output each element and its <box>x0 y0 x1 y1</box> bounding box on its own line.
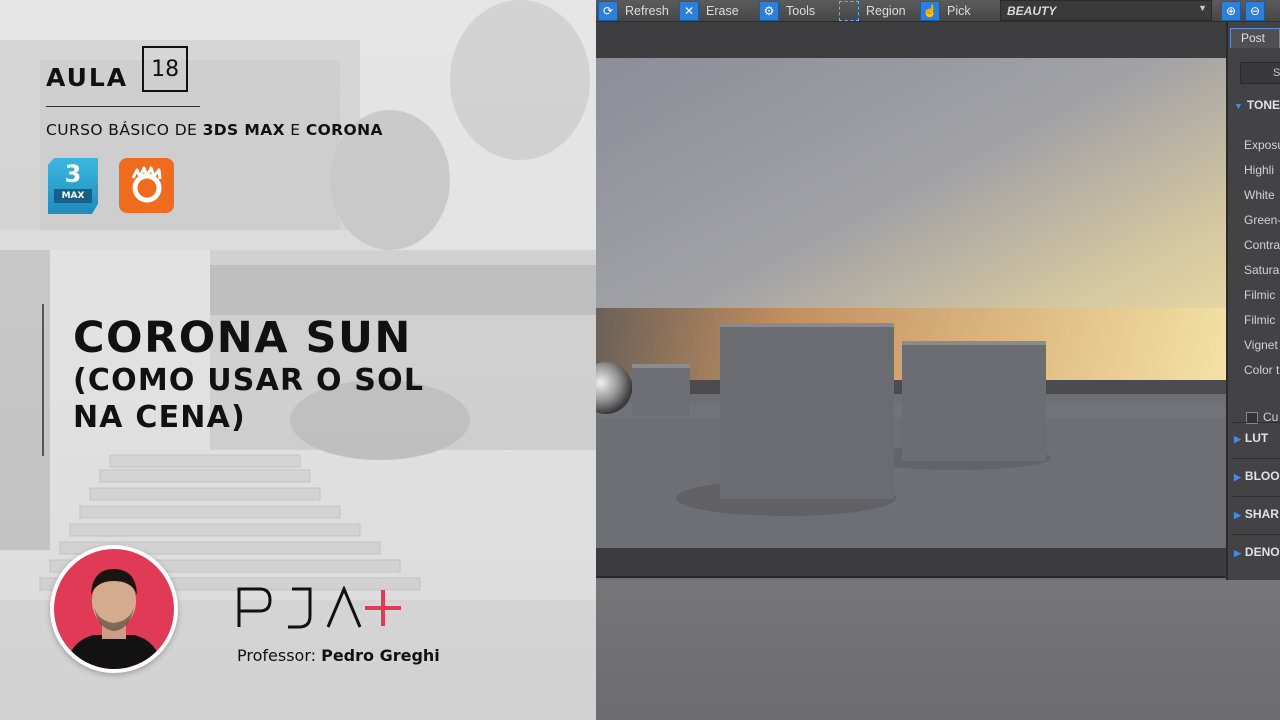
panel-button[interactable]: S <box>1240 62 1280 84</box>
corona-logo-icon <box>119 158 174 213</box>
professor-name: Pedro Greghi <box>321 646 440 665</box>
prop-contrast[interactable]: Contra <box>1244 238 1280 252</box>
triangle-right-icon: ▶ <box>1234 548 1241 558</box>
section-sharpen-blur[interactable]: ▶ SHAR <box>1234 507 1279 521</box>
professor-prefix: Professor: <box>237 646 322 665</box>
3dsmax-logo-icon: 3 MAX <box>48 158 98 214</box>
section-bloom-glare[interactable]: ▶ BLOO <box>1234 469 1280 483</box>
max-logo-label: MAX <box>54 189 92 203</box>
divider <box>1232 496 1280 497</box>
desktop-background <box>596 580 1280 720</box>
pick-label: Pick <box>947 4 971 18</box>
professor-avatar <box>50 545 178 673</box>
vfb-status-strip <box>596 548 1228 578</box>
course-prefix: CURSO BÁSICO DE <box>46 121 203 139</box>
chevron-down-icon: ▼ <box>1198 3 1207 13</box>
section-lut-label: LUT <box>1244 431 1269 445</box>
post-settings-panel: Post S ▼TONE Exposu Highli White Green- … <box>1226 22 1280 580</box>
zoom-out-button[interactable]: ⊖ <box>1245 1 1265 21</box>
section-tone-label: TONE <box>1246 98 1280 112</box>
course-mid: E <box>284 121 306 139</box>
erase-icon: ✕ <box>679 1 699 21</box>
channel-value: BEAUTY <box>1007 4 1057 18</box>
vfb-toolbar: ⟳ Refresh ✕ Erase ⚙ Tools Region ☝ Pick … <box>596 0 1280 22</box>
prop-white-balance[interactable]: White <box>1244 188 1275 202</box>
triangle-right-icon: ▶ <box>1234 510 1241 520</box>
erase-button[interactable]: ✕ Erase <box>679 1 739 21</box>
course-subtitle: CURSO BÁSICO DE 3DS MAX E CORONA <box>46 121 383 139</box>
aula-label: AULA <box>46 63 129 92</box>
title-line-2: (COMO USAR O SOL <box>73 363 425 398</box>
section-denoise-label: DENO <box>1244 545 1280 559</box>
region-button[interactable]: Region <box>839 1 906 21</box>
divider <box>1232 422 1280 423</box>
prop-filmic-highlights[interactable]: Filmic <box>1244 288 1275 302</box>
lesson-header: AULA 18 <box>46 46 189 92</box>
professor-credit: Professor: Pedro Greghi <box>237 646 440 665</box>
pick-button[interactable]: ☝ Pick <box>920 1 971 21</box>
tools-label: Tools <box>786 4 816 18</box>
prop-color-tint[interactable]: Color t <box>1244 363 1279 377</box>
section-denoising[interactable]: ▶ DENO <box>1234 545 1280 559</box>
erase-label: Erase <box>706 4 739 18</box>
refresh-icon: ⟳ <box>598 1 618 21</box>
lesson-title: CORONA SUN (COMO USAR O SOL NA CENA) <box>73 314 573 436</box>
title-accent-bar <box>42 304 44 456</box>
title-line-1: CORONA SUN <box>73 313 412 363</box>
corona-framebuffer: ⟳ Refresh ✕ Erase ⚙ Tools Region ☝ Pick … <box>596 0 1280 720</box>
prop-exposure[interactable]: Exposu <box>1244 138 1280 152</box>
divider <box>1232 534 1280 535</box>
tab-post[interactable]: Post <box>1230 28 1280 48</box>
tools-button[interactable]: ⚙ Tools <box>759 1 815 21</box>
triangle-right-icon: ▶ <box>1234 472 1241 482</box>
max-logo-number: 3 <box>64 160 82 188</box>
section-tone-mapping[interactable]: ▼ TONE <box>1234 98 1280 112</box>
section-bloom-label: BLOO <box>1244 469 1280 483</box>
prop-vignette[interactable]: Vignet <box>1244 338 1278 352</box>
course-app-3dsmax: 3DS MAX <box>202 121 285 139</box>
prop-saturation[interactable]: Satura <box>1244 263 1279 277</box>
prop-filmic-shadows[interactable]: Filmic <box>1244 313 1275 327</box>
zoom-in-icon: ⊕ <box>1225 4 1237 18</box>
pja-brand-logo-icon <box>237 586 401 629</box>
hand-pointer-icon: ☝ <box>920 1 940 21</box>
section-lut[interactable]: ▶ LUT <box>1234 431 1268 445</box>
refresh-button[interactable]: ⟳ Refresh <box>598 1 669 21</box>
zoom-in-button[interactable]: ⊕ <box>1221 1 1241 21</box>
render-channel-select[interactable]: BEAUTY ▼ <box>1000 0 1212 21</box>
lesson-number-badge: 18 <box>142 46 189 92</box>
region-label: Region <box>866 4 906 18</box>
title-line-3: NA CENA) <box>73 400 246 435</box>
divider <box>1232 458 1280 459</box>
zoom-out-icon: ⊖ <box>1249 4 1261 18</box>
triangle-right-icon: ▶ <box>1234 434 1241 444</box>
lesson-card: AULA 18 CURSO BÁSICO DE 3DS MAX E CORONA… <box>0 0 596 720</box>
course-app-corona: CORONA <box>305 121 383 139</box>
render-viewport[interactable] <box>596 58 1228 548</box>
prop-highlight-compress[interactable]: Highli <box>1244 163 1274 177</box>
triangle-down-icon: ▼ <box>1234 101 1243 111</box>
gear-icon: ⚙ <box>759 1 779 21</box>
section-sharpen-label: SHAR <box>1244 507 1279 521</box>
prop-green-magenta[interactable]: Green- <box>1244 213 1280 227</box>
header-divider <box>46 106 200 107</box>
region-icon <box>839 1 859 21</box>
refresh-label: Refresh <box>625 4 669 18</box>
vfb-top-strip <box>596 22 1228 58</box>
